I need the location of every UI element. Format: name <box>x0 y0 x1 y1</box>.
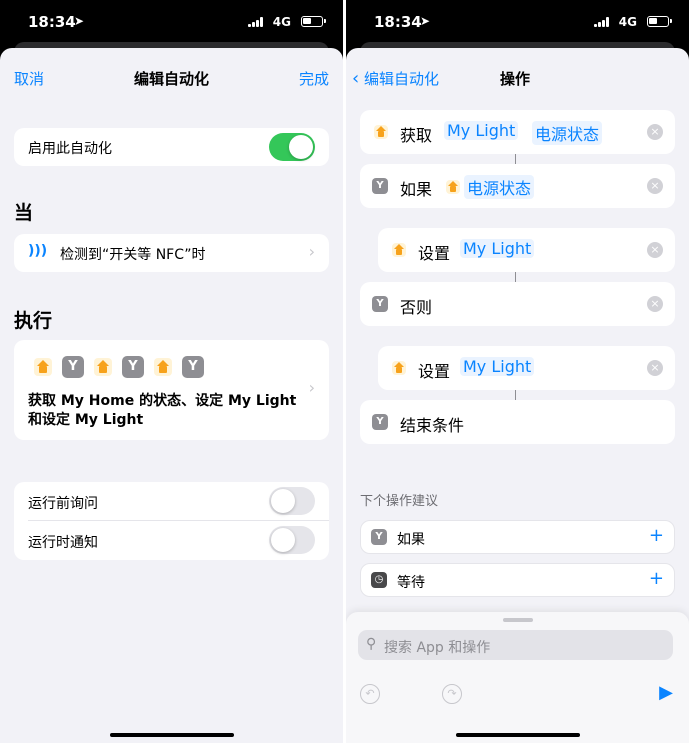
action-verb: 获取 <box>400 126 433 145</box>
status-bar: 18:34 ➤ 4G <box>0 0 343 44</box>
suggestion-if[interactable]: Y 如果 + <box>360 520 675 554</box>
actions-summary-row[interactable]: Y Y Y 获取 My Home 的状态、设定 My Light 和设定 My … <box>14 340 329 440</box>
remove-action-icon[interactable]: × <box>647 360 663 376</box>
home-icon <box>392 243 406 257</box>
chevron-right-icon: › <box>308 242 315 261</box>
search-placeholder: 搜索 App 和操作 <box>384 640 491 656</box>
add-icon[interactable]: + <box>649 525 664 546</box>
action-set-light[interactable]: 设置 My Light × <box>378 346 675 390</box>
divider <box>28 520 329 521</box>
action-if[interactable]: Y 如果 电源状态 × <box>360 164 675 208</box>
section-when-heading: 当 <box>14 202 34 224</box>
branch-icon: Y <box>182 356 204 378</box>
location-icon: ➤ <box>420 14 431 28</box>
home-indicator <box>455 733 580 737</box>
action-set-light[interactable]: 设置 My Light × <box>378 228 675 272</box>
home-icon <box>374 125 388 139</box>
action-verb: 设置 <box>418 244 451 263</box>
device-token[interactable]: My Light <box>460 357 535 376</box>
right-screen: 18:34 ➤ 4G ‹ 编辑自动化 操作 获取 My Light 电源状态 ×… <box>346 0 689 743</box>
home-icon <box>446 180 460 194</box>
network-type: 4G <box>272 15 291 29</box>
home-icon <box>34 358 52 376</box>
branch-icon: Y <box>62 356 84 378</box>
suggestion-wait[interactable]: ◷ 等待 + <box>360 563 675 597</box>
options-group: 运行前询问 运行时通知 <box>14 482 329 560</box>
signal-icon <box>594 17 611 27</box>
cancel-button[interactable]: 取消 <box>14 68 44 89</box>
action-verb: 结束条件 <box>400 416 465 435</box>
battery-icon <box>301 16 326 27</box>
home-icon <box>94 358 112 376</box>
page-title: 编辑自动化 <box>134 70 210 88</box>
play-icon[interactable]: ▶ <box>659 682 673 703</box>
battery-icon <box>647 16 672 27</box>
edit-automation-sheet: 取消 编辑自动化 完成 启用此自动化 当 ))) 检测到“开关等 NFC”时 ›… <box>0 48 343 743</box>
status-time: 18:34 <box>28 13 76 31</box>
home-indicator <box>109 733 234 737</box>
condition-token[interactable]: 电源状态 <box>464 175 535 199</box>
action-otherwise[interactable]: Y 否则 × <box>360 282 675 326</box>
status-time: 18:34 <box>374 13 422 31</box>
branch-icon: Y <box>371 529 387 545</box>
home-icon <box>392 361 406 375</box>
left-screen: 18:34 ➤ 4G 取消 编辑自动化 完成 启用此自动化 当 ))) 检测到“… <box>0 0 343 743</box>
enable-automation-toggle[interactable] <box>269 133 315 161</box>
ask-before-run-toggle[interactable] <box>269 487 315 515</box>
trigger-label: 检测到“开关等 NFC”时 <box>60 247 206 263</box>
undo-icon[interactable]: ↶ <box>360 684 380 704</box>
branch-icon: Y <box>372 296 388 312</box>
search-field[interactable]: ⚲ 搜索 App 和操作 <box>358 630 673 660</box>
remove-action-icon[interactable]: × <box>647 178 663 194</box>
network-type: 4G <box>618 15 637 29</box>
action-search-panel: ⚲ 搜索 App 和操作 ↶ ↷ ▶ <box>346 612 689 743</box>
action-verb: 如果 <box>400 180 433 199</box>
property-token[interactable]: 电源状态 <box>532 121 603 145</box>
action-get-state[interactable]: 获取 My Light 电源状态 × <box>360 110 675 154</box>
back-button[interactable]: ‹ 编辑自动化 <box>352 68 439 89</box>
clock-icon: ◷ <box>371 572 387 588</box>
done-button[interactable]: 完成 <box>299 68 329 89</box>
back-label: 编辑自动化 <box>363 70 439 88</box>
suggestions-heading: 下个操作建议 <box>360 494 439 509</box>
redo-icon[interactable]: ↷ <box>442 684 462 704</box>
device-token[interactable]: My Light <box>444 121 519 140</box>
enable-automation-label: 启用此自动化 <box>28 141 112 157</box>
actions-summary-text: 获取 My Home 的状态、设定 My Light 和设定 My Light <box>28 393 297 428</box>
branch-icon: Y <box>372 178 388 194</box>
chevron-left-icon: ‹ <box>352 68 360 89</box>
add-icon[interactable]: + <box>649 568 664 589</box>
suggestion-label: 如果 <box>397 532 425 548</box>
device-token[interactable]: My Light <box>460 239 535 258</box>
trigger-row[interactable]: ))) 检测到“开关等 NFC”时 › <box>14 234 329 272</box>
location-icon: ➤ <box>74 14 85 28</box>
signal-icon <box>248 17 265 27</box>
home-icon <box>154 358 172 376</box>
search-icon: ⚲ <box>366 636 377 652</box>
branch-icon: Y <box>372 414 388 430</box>
action-verb: 否则 <box>400 298 433 317</box>
action-end-if[interactable]: Y 结束条件 <box>360 400 675 444</box>
drag-handle[interactable] <box>502 618 533 622</box>
actions-editor-sheet: ‹ 编辑自动化 操作 获取 My Light 电源状态 × Y 如果 电源状态 … <box>346 48 689 743</box>
enable-automation-row: 启用此自动化 <box>14 128 329 166</box>
remove-action-icon[interactable]: × <box>647 124 663 140</box>
action-verb: 设置 <box>418 362 451 381</box>
ask-before-run-label: 运行前询问 <box>28 496 98 512</box>
nfc-icon: ))) <box>28 243 48 259</box>
branch-icon: Y <box>122 356 144 378</box>
remove-action-icon[interactable]: × <box>647 296 663 312</box>
page-title: 操作 <box>500 70 531 88</box>
suggestion-label: 等待 <box>397 575 425 591</box>
section-do-heading: 执行 <box>14 310 53 332</box>
notify-on-run-toggle[interactable] <box>269 526 315 554</box>
status-bar: 18:34 ➤ 4G <box>346 0 689 44</box>
remove-action-icon[interactable]: × <box>647 242 663 258</box>
action-icon-strip: Y Y Y <box>34 356 204 378</box>
chevron-right-icon: › <box>308 378 315 397</box>
notify-on-run-label: 运行时通知 <box>28 535 98 551</box>
